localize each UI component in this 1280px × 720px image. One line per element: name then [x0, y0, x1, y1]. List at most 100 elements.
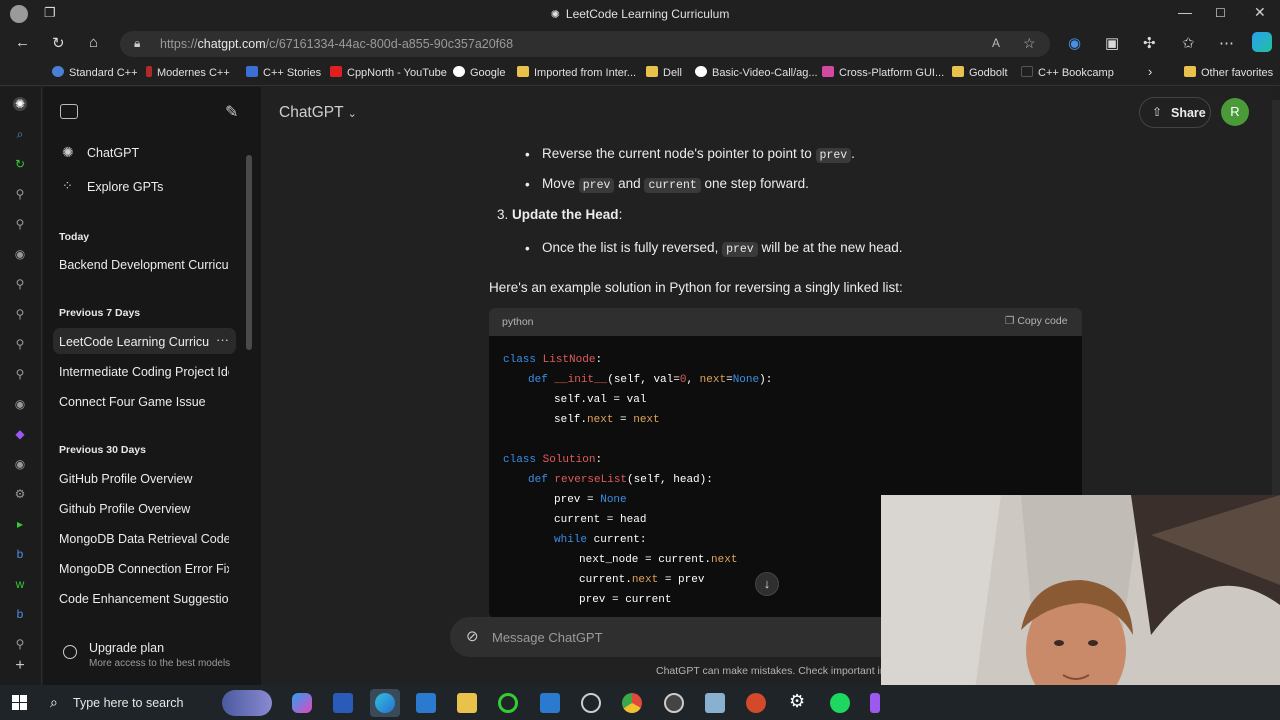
sidebar-item-explore-gpts[interactable]: Explore GPTs: [87, 180, 257, 194]
pin-icon[interactable]: ⚲: [13, 637, 27, 651]
chatgpt-logo-icon: ✺: [62, 144, 74, 160]
blue-app-icon[interactable]: b: [13, 607, 27, 621]
powerpoint-icon[interactable]: [746, 693, 766, 713]
share-button[interactable]: ⇧ Share: [1139, 97, 1211, 128]
favorites-icon[interactable]: ✩: [1182, 34, 1195, 52]
message-input[interactable]: Message ChatGPT: [492, 630, 603, 645]
pin-icon[interactable]: ⚲: [13, 187, 27, 201]
chat-item[interactable]: MongoDB Connection Error Fix: [59, 562, 229, 576]
bookmark-google[interactable]: Google: [453, 66, 505, 79]
split-screen-icon[interactable]: ▣: [1105, 34, 1119, 52]
word-icon[interactable]: [333, 693, 353, 713]
url-text[interactable]: https://chatgpt.com/c/67161334-44ac-800d…: [160, 37, 513, 51]
github-icon[interactable]: ◉: [13, 457, 27, 471]
youtube-icon: [330, 66, 342, 77]
bookmark-imported[interactable]: Imported from Inter...: [517, 66, 636, 79]
chrome-icon[interactable]: [622, 693, 642, 713]
refresh-icon[interactable]: ↻: [52, 34, 65, 52]
home-icon[interactable]: ⌂: [89, 34, 98, 51]
purple-app-icon[interactable]: [870, 693, 880, 713]
purple-app-icon[interactable]: ◆: [13, 427, 27, 441]
notes-icon[interactable]: [705, 693, 725, 713]
refresh-app-icon[interactable]: [498, 693, 518, 713]
back-icon[interactable]: ←: [15, 34, 30, 51]
address-bar[interactable]: 🔒︎ https://chatgpt.com/c/67161334-44ac-8…: [120, 31, 1050, 57]
model-selector[interactable]: ChatGPT ⌄: [279, 104, 357, 122]
refresh-green-icon[interactable]: ↻: [13, 157, 27, 171]
bookmark-dell[interactable]: Dell: [646, 66, 682, 79]
green-app-icon[interactable]: ▸: [13, 517, 27, 531]
chat-item[interactable]: Github Profile Overview: [59, 502, 229, 516]
copilot-icon[interactable]: [1252, 32, 1272, 52]
green-app-icon[interactable]: w: [13, 577, 27, 591]
chat-sidebar: ✎ ✺ ChatGPT ⁘ Explore GPTs Today Backend…: [43, 87, 261, 685]
pin-icon[interactable]: ⚲: [13, 277, 27, 291]
copilot-icon[interactable]: [292, 693, 312, 713]
browser-toolbar: ← ↻ ⌂ 🔒︎ https://chatgpt.com/c/67161334-…: [0, 28, 1280, 60]
copy-code-button[interactable]: ❐ Copy code: [1005, 315, 1068, 327]
bookmark-godbolt[interactable]: Godbolt: [952, 66, 1008, 79]
chat-item[interactable]: Connect Four Game Issue: [59, 395, 229, 409]
new-chat-icon[interactable]: ✎: [225, 102, 238, 122]
bullet-dot: •: [525, 147, 530, 162]
bookmark-cppnorth[interactable]: CppNorth - YouTube: [330, 66, 447, 79]
bookmark-standard-cpp[interactable]: Standard C++: [52, 66, 138, 79]
avatar[interactable]: R: [1221, 98, 1249, 126]
taskbar-search-input[interactable]: Type here to search: [73, 696, 183, 710]
chat-item[interactable]: Backend Development Curriculum: [59, 258, 229, 272]
chat-item[interactable]: Code Enhancement Suggestions: [59, 592, 229, 606]
read-aloud-icon[interactable]: A: [992, 36, 1000, 50]
pin-icon[interactable]: ⚲: [13, 367, 27, 381]
add-icon[interactable]: +: [13, 658, 27, 674]
widgets-icon[interactable]: [222, 690, 272, 716]
github-icon[interactable]: ◉: [13, 247, 27, 261]
chat-item[interactable]: MongoDB Data Retrieval Code: [59, 532, 229, 546]
spotify-icon[interactable]: [830, 693, 850, 713]
maximize-icon[interactable]: ☐: [1215, 6, 1226, 20]
minimize-icon[interactable]: —: [1178, 4, 1192, 20]
bookmark-cpp-stories[interactable]: C++ Stories: [246, 66, 321, 79]
store-icon[interactable]: [416, 693, 436, 713]
extensions-puzzle-icon[interactable]: ✣: [1143, 34, 1156, 52]
pin-icon[interactable]: ⚲: [13, 337, 27, 351]
pin-icon[interactable]: ⚲: [13, 217, 27, 231]
search-icon[interactable]: ⌕: [13, 127, 27, 141]
inline-code: prev: [578, 178, 615, 193]
github-desktop-icon[interactable]: [581, 693, 601, 713]
sidebar-scrollbar[interactable]: [246, 155, 252, 350]
bookmark-basic-video-call[interactable]: Basic-Video-Call/ag...: [695, 66, 818, 79]
extension-icon[interactable]: ◉: [1068, 34, 1081, 52]
windows-start-icon[interactable]: [12, 695, 28, 711]
chat-item[interactable]: GitHub Profile Overview: [59, 472, 229, 486]
attach-paperclip-icon[interactable]: ⊘: [466, 627, 479, 645]
blue-app-icon[interactable]: b: [13, 547, 27, 561]
gear-box-icon[interactable]: ⚙: [13, 487, 27, 501]
toggle-sidebar-icon[interactable]: [60, 104, 78, 119]
bookmarks-overflow-icon[interactable]: ›: [1148, 64, 1152, 79]
sidebar-item-chatgpt[interactable]: ChatGPT: [87, 146, 257, 160]
bookmark-cross-platform[interactable]: Cross-Platform GUI...: [822, 66, 944, 79]
chat-item-active[interactable]: LeetCode Learning Curriculum: [59, 335, 209, 349]
solution-intro: Here's an example solution in Python for…: [489, 280, 903, 295]
more-options-icon[interactable]: ···: [216, 332, 229, 347]
bookmark-other-favorites[interactable]: Other favorites: [1184, 66, 1273, 79]
vscode-icon[interactable]: [540, 693, 560, 713]
pin-icon[interactable]: ⚲: [13, 307, 27, 321]
github-icon[interactable]: ◉: [13, 397, 27, 411]
bookmark-modernes-cpp[interactable]: Modernes C++: [146, 66, 230, 79]
file-explorer-icon[interactable]: [457, 693, 477, 713]
favorite-star-icon[interactable]: ☆: [1023, 35, 1036, 52]
obs-icon[interactable]: [664, 693, 684, 713]
modernes-icon: [146, 66, 152, 77]
settings-gear-icon[interactable]: ⚙: [789, 691, 805, 712]
more-menu-icon[interactable]: ⋯: [1219, 34, 1234, 52]
chatgpt-pin-icon[interactable]: ✺: [13, 97, 27, 111]
section-heading-today: Today: [59, 231, 90, 243]
scroll-down-button[interactable]: ↓: [755, 572, 779, 596]
github-icon: [695, 66, 707, 77]
upgrade-plan[interactable]: Upgrade plan More access to the best mod…: [43, 625, 261, 685]
edge-active-icon[interactable]: [370, 689, 400, 717]
bookmark-cpp-bookcamp[interactable]: C++ Bookcamp: [1021, 66, 1114, 79]
close-icon[interactable]: ✕: [1254, 4, 1266, 21]
chat-item[interactable]: Intermediate Coding Project Ideas: [59, 365, 229, 379]
